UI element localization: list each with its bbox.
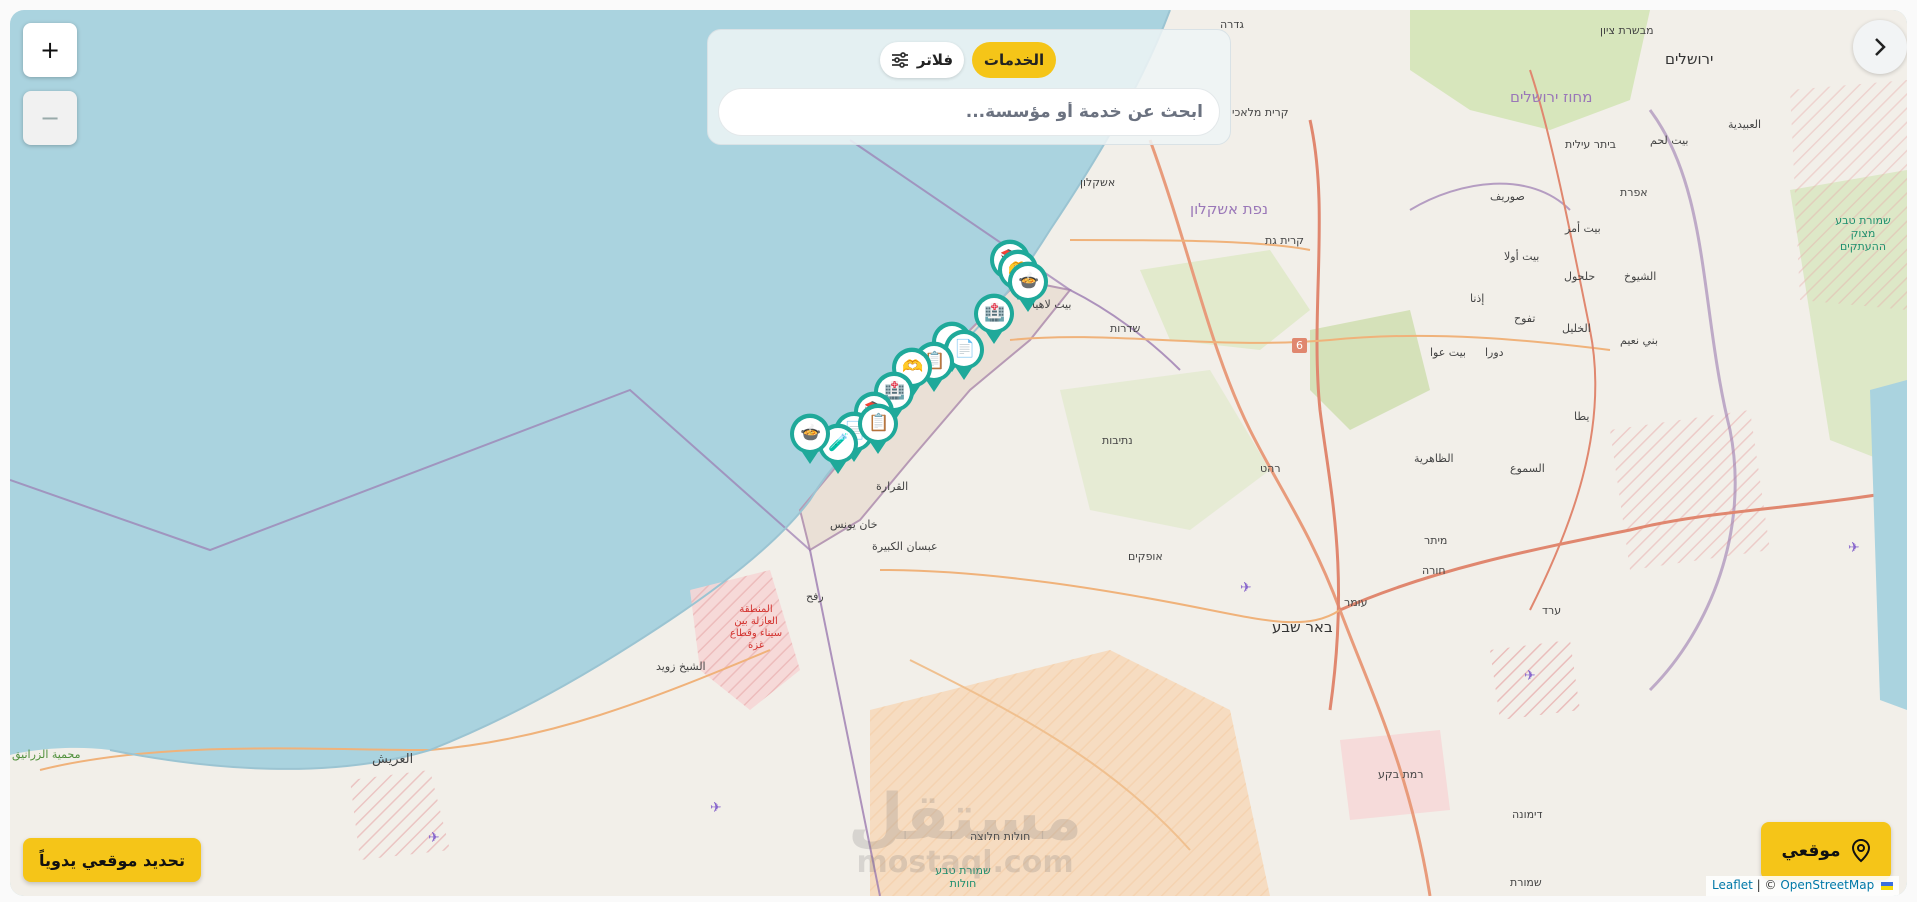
place-label-jerusalem: ירושלים — [1665, 50, 1714, 68]
place-label-rahat: רהט — [1260, 462, 1281, 475]
chevron-right-icon — [1875, 38, 1886, 56]
map-attribution: Leaflet | © OpenStreetMap — [1706, 876, 1900, 896]
place-label-omer: עומר — [1344, 596, 1368, 609]
place-label-rafah: رفح — [806, 590, 824, 603]
service-marker[interactable]: 📋 — [856, 402, 900, 456]
place-label-buffer-zone: المنطقة العازلة بين سيناء وقطاع غزة — [729, 604, 783, 651]
place-label-mevaseret: מבשרת ציון — [1600, 24, 1654, 37]
place-label-samu: السموع — [1510, 462, 1545, 475]
place-label-beersheba: באר שבע — [1272, 618, 1333, 636]
attribution-separator: | © — [1752, 878, 1781, 892]
place-label-zaranik: محمية الزرانيق — [12, 748, 81, 761]
place-label-kiryat-gat: קרית גת — [1265, 234, 1304, 247]
clipboard-icon: 📋 — [868, 413, 890, 433]
flag-icon — [1881, 881, 1894, 890]
place-label-meitar: מיתר — [1424, 534, 1448, 547]
place-label-beit-lahm: بيت لحم — [1650, 134, 1689, 147]
place-label-taffuh: تفوح — [1514, 312, 1536, 325]
place-label-negev-reserve: שמורת — [1510, 876, 1542, 889]
filter-button[interactable]: فلاتر — [880, 42, 964, 78]
place-label-dhahiriya: الظاهرية — [1414, 452, 1454, 465]
zoom-in-button[interactable]: + — [23, 23, 77, 77]
place-label-arish: العريش — [372, 752, 414, 767]
place-label-idna: إذنا — [1470, 292, 1485, 305]
place-label-dura: دورا — [1485, 346, 1504, 359]
service-marker[interactable]: 🍲 — [788, 412, 832, 466]
svg-text:✈: ✈ — [1524, 668, 1536, 684]
place-label-bani-naim: بني نعيم — [1620, 334, 1659, 347]
place-label-gedera: גדרה — [1220, 18, 1244, 31]
my-location-label: موقعي — [1781, 841, 1841, 861]
filter-label: فلاتر — [916, 51, 954, 69]
place-label-surif: صوريف — [1490, 190, 1525, 203]
place-label-road-6: 6 — [1292, 338, 1307, 353]
svg-text:✈: ✈ — [1848, 540, 1860, 556]
place-label-shuyukh: الشيوخ — [1624, 270, 1657, 283]
donation-icon: 🍲 — [800, 423, 822, 443]
place-label-sderot: שדרות — [1110, 322, 1141, 335]
place-label-ashkelon-dist: נפת אשקלון — [1190, 200, 1268, 218]
document-icon: 📄 — [954, 339, 976, 359]
manual-location-button[interactable]: تحديد موقعي يدوياً — [23, 838, 201, 882]
place-label-jerusalem-district: מחוז ירושלים — [1510, 88, 1593, 106]
place-label-ubeidiya: العبيدية — [1728, 118, 1762, 131]
my-location-button[interactable]: موقعي — [1761, 822, 1891, 880]
leaflet-link[interactable]: Leaflet — [1712, 878, 1753, 892]
svg-text:✈: ✈ — [1240, 580, 1252, 596]
watermark: مستقل mostaql.com — [848, 781, 1083, 880]
place-label-ashkelon: אשקלון — [1080, 176, 1116, 189]
location-pin-icon — [1851, 839, 1870, 863]
search-input[interactable] — [718, 88, 1220, 136]
place-label-hebron: الخليل — [1562, 322, 1591, 335]
place-label-beit-awwa: بيت عوا — [1430, 346, 1466, 359]
place-label-ramat-bekaa: רמת בקע — [1378, 768, 1424, 781]
medical-icon: 🏥 — [984, 303, 1006, 323]
place-label-khan-younis: خان يونس — [830, 518, 878, 531]
place-label-yatta: يطا — [1574, 410, 1590, 423]
place-label-efrat: אפרת — [1620, 186, 1648, 199]
place-label-netivot: נתיבות — [1102, 434, 1133, 447]
sliders-icon — [891, 52, 908, 68]
place-label-kiryat-malakhi: קרית מלאכי — [1232, 106, 1289, 119]
place-label-beitar: ביתר עילית — [1565, 138, 1617, 151]
map-canvas[interactable]: ✈ ✈ ✈ ✈ ✈ ירושלים מחוז ירושלים מבשרת ציון ג… — [10, 10, 1907, 896]
place-label-halhul: حلحول — [1564, 270, 1596, 283]
zoom-out-button[interactable]: − — [23, 91, 77, 145]
place-label-qarara: القرارة — [876, 480, 909, 493]
place-label-arad: ערד — [1542, 604, 1562, 617]
collapse-sidebar-button[interactable] — [1853, 20, 1907, 74]
place-label-nature-reserve-east: שמורת טבע מצוק ההעתקים — [1835, 214, 1891, 253]
place-label-dimona: דימונה — [1512, 808, 1543, 821]
place-label-beit-ula: بيت أولا — [1504, 250, 1540, 263]
osm-link[interactable]: OpenStreetMap — [1780, 878, 1874, 892]
donation-icon: 🍲 — [1018, 271, 1040, 291]
search-panel: الخدمات فلاتر — [707, 29, 1231, 145]
place-label-beit-ummar: بيت أمر — [1565, 222, 1601, 235]
place-label-abasan: عبسان الكبيرة — [872, 540, 938, 553]
svg-text:✈: ✈ — [710, 800, 722, 816]
place-label-sheikh-zuweid: الشيخ زويد — [656, 660, 706, 673]
place-label-ofakim: אופקים — [1128, 550, 1163, 563]
services-tab[interactable]: الخدمات — [972, 42, 1056, 78]
place-label-hura: חורה — [1422, 564, 1446, 577]
svg-text:✈: ✈ — [428, 830, 440, 846]
